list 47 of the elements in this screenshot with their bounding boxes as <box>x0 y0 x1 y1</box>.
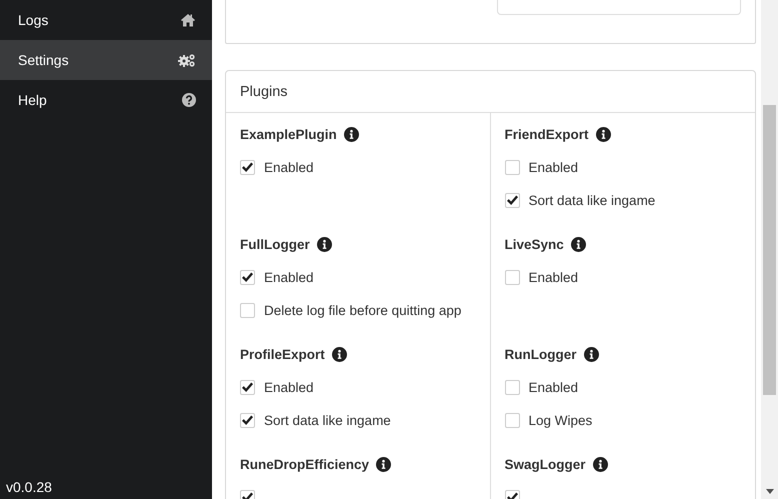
card-title: Plugins <box>226 71 755 113</box>
checkbox-label: Sort data like ingame <box>528 192 656 208</box>
plugin-name: LiveSync <box>504 236 564 252</box>
checkbox-label: Delete log file before quitting app <box>264 302 462 318</box>
plugin-name: FriendExport <box>504 126 589 142</box>
checkbox[interactable] <box>240 380 255 394</box>
checkbox[interactable] <box>240 412 255 428</box>
plugin-name: FullLogger <box>240 236 310 252</box>
checkbox[interactable] <box>504 380 520 394</box>
checkbox[interactable] <box>504 192 520 208</box>
checkbox-label: Enabled <box>528 380 578 394</box>
plugin-name: ProfileExport <box>240 346 325 362</box>
checkbox-label: Enabled <box>264 270 314 284</box>
checkbox-label: Sort data like ingame <box>264 412 391 428</box>
scrollbar[interactable] <box>761 0 778 499</box>
info-icon[interactable] <box>332 346 347 362</box>
checkbox-label: Enabled <box>528 160 578 174</box>
info-icon[interactable] <box>316 236 332 252</box>
scroll-down-icon[interactable] <box>766 489 774 494</box>
plugin-name: SwagLogger <box>504 456 586 472</box>
checkbox-label: Enabled <box>528 270 578 284</box>
plugin-name: RunLogger <box>504 346 576 362</box>
gears-icon <box>178 53 196 67</box>
plugin-name: ExamplePlugin <box>240 126 337 142</box>
checkbox[interactable] <box>504 270 520 284</box>
help-icon <box>182 93 196 107</box>
plugin-name: RuneDropEfficiency <box>240 456 370 472</box>
checkbox[interactable] <box>504 412 520 428</box>
checkbox-label: Enabled <box>264 160 314 174</box>
info-icon[interactable] <box>376 456 392 472</box>
checkbox[interactable] <box>240 302 255 318</box>
checkbox[interactable] <box>240 270 255 284</box>
checkbox-label: Enabled <box>264 380 314 394</box>
sidebar-item[interactable]: Settings <box>0 40 212 80</box>
info-icon[interactable] <box>592 456 608 472</box>
checkbox[interactable] <box>504 160 520 174</box>
checkbox[interactable] <box>240 160 255 174</box>
info-icon[interactable] <box>596 126 611 142</box>
sidebar-item[interactable]: Help <box>0 80 212 120</box>
info-icon[interactable] <box>570 236 586 252</box>
home-icon <box>180 13 196 27</box>
version-label: v0.0.28 <box>5 479 53 497</box>
checkbox-label: Log Wipes <box>528 412 592 428</box>
info-icon[interactable] <box>584 346 598 362</box>
info-icon[interactable] <box>344 126 359 142</box>
sidebar-item[interactable]: Logs <box>0 0 212 40</box>
scrollbar-thumb[interactable] <box>763 105 776 395</box>
